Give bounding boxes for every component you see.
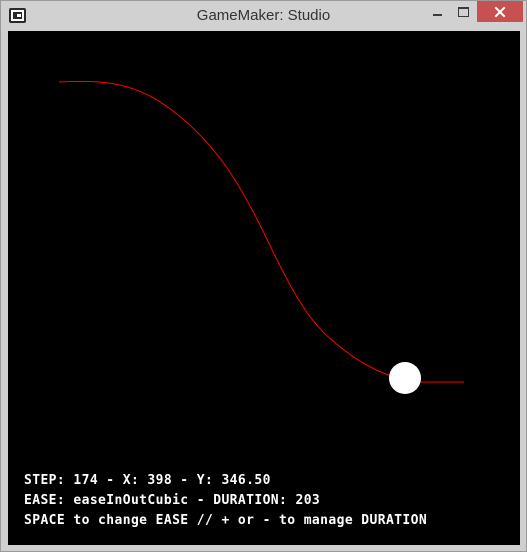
close-icon <box>494 6 506 17</box>
ease-curve <box>58 80 464 383</box>
hud-instructions: SPACE to change EASE // + or - to manage… <box>24 513 428 528</box>
hud-step-readout: STEP: 174 - X: 398 - Y: 346.50 <box>24 473 271 488</box>
minimize-icon <box>432 14 442 16</box>
close-button[interactable] <box>477 1 523 22</box>
maximize-icon <box>458 7 469 17</box>
ball <box>389 362 421 394</box>
title-bar[interactable]: GameMaker: Studio <box>1 1 526 31</box>
hud-ease-readout: EASE: easeInOutCubic - DURATION: 203 <box>24 493 321 508</box>
game-canvas[interactable]: STEP: 174 - X: 398 - Y: 346.50 EASE: eas… <box>8 31 520 545</box>
app-window: GameMaker: Studio STEP: 174 - X: 398 - Y… <box>0 0 527 552</box>
minimize-button[interactable] <box>424 1 450 23</box>
maximize-button[interactable] <box>450 1 477 23</box>
game-scene <box>58 80 464 394</box>
